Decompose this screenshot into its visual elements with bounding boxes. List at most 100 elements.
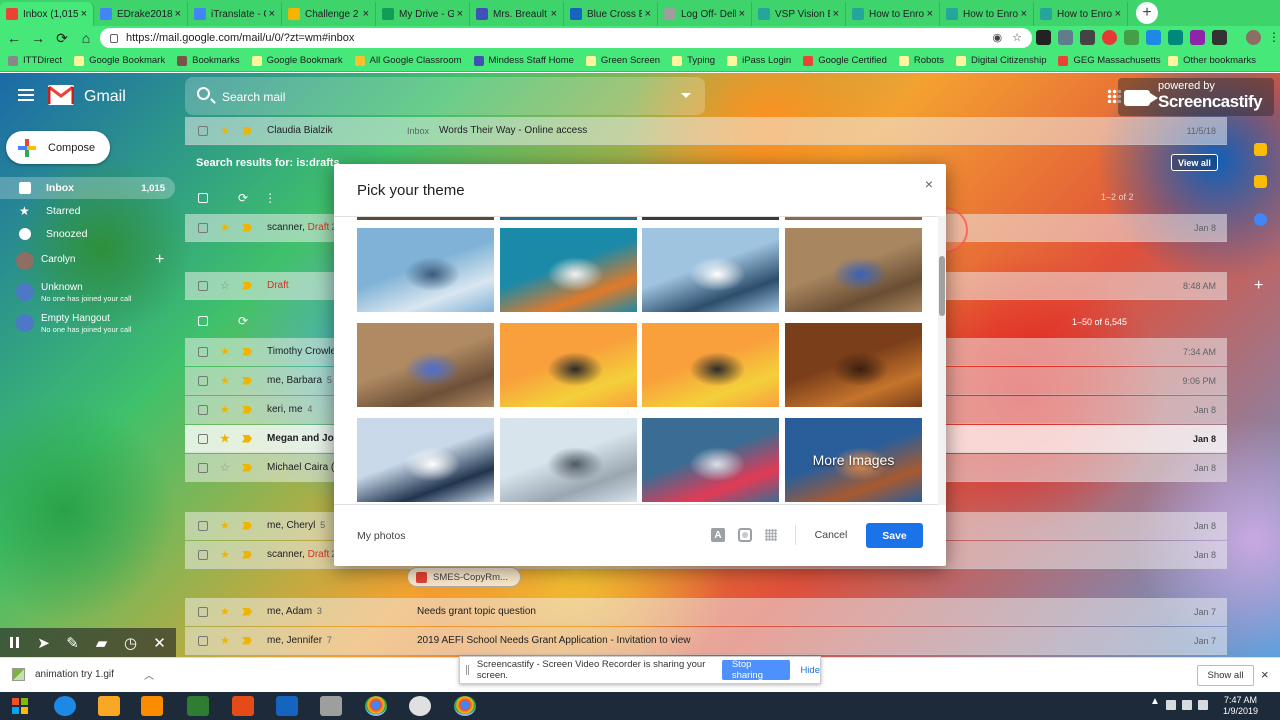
row-checkbox[interactable] (198, 462, 208, 473)
star-icon[interactable]: ★ (220, 432, 232, 445)
partial-theme-thumbnail[interactable] (642, 217, 779, 220)
tab-close-icon[interactable]: × (833, 8, 839, 20)
important-marker-icon[interactable] (242, 405, 252, 414)
paint-icon[interactable] (409, 696, 431, 716)
my-photos-link[interactable]: My photos (357, 530, 405, 542)
volume-icon[interactable] (1197, 700, 1208, 710)
row-checkbox[interactable] (198, 346, 208, 357)
show-all-button[interactable]: Show all (1197, 665, 1254, 686)
tab-close-icon[interactable]: × (457, 8, 463, 20)
bookmark-item[interactable]: Green Screen (585, 55, 660, 66)
hide-button[interactable]: Hide (800, 665, 820, 676)
refresh-icon[interactable]: ⟳ (238, 191, 248, 205)
back-button[interactable]: ← (4, 28, 24, 48)
row-checkbox[interactable] (198, 606, 208, 617)
blur-icon[interactable] (765, 529, 777, 541)
bookmark-item[interactable]: Typing (672, 55, 715, 66)
compose-button[interactable]: Compose (6, 131, 110, 164)
star-icon[interactable]: ★ (220, 605, 232, 618)
theme-thumbnail-sailboat-spray[interactable] (642, 228, 779, 312)
browser-tab[interactable]: VSP Vision B × (752, 2, 846, 26)
browser-tab[interactable]: Blue Cross B × (564, 2, 658, 26)
pause-icon[interactable] (0, 628, 29, 657)
star-icon[interactable]: ★ (220, 374, 232, 387)
extension-icon[interactable] (1212, 30, 1227, 45)
add-addon-icon[interactable]: + (1254, 277, 1263, 295)
network-icon[interactable] (1181, 700, 1192, 710)
bookmark-item[interactable]: All Google Classroom (354, 55, 462, 66)
chrome-icon[interactable] (454, 696, 476, 716)
theme-thumbnail-monument-valley[interactable]: More Images (785, 418, 922, 502)
pen-icon[interactable]: ✎ (58, 628, 87, 657)
bookmark-item[interactable]: Mindess Staff Home (473, 55, 574, 66)
search-options-caret-icon[interactable] (681, 93, 691, 98)
close-icon[interactable]: × (925, 176, 933, 192)
bookmark-item[interactable]: Google Certified (803, 55, 887, 66)
sidebar-item-inbox[interactable]: Inbox 1,015 (0, 177, 175, 199)
hangout-item[interactable]: Unknown No one has joined your call (16, 281, 176, 311)
select-all-checkbox[interactable] (198, 316, 208, 326)
extension-icon[interactable] (1102, 30, 1117, 45)
windows-start-icon[interactable] (12, 698, 28, 714)
word-icon[interactable] (276, 696, 298, 716)
text-background-icon[interactable]: A (711, 528, 725, 542)
tab-close-icon[interactable]: × (1115, 8, 1121, 20)
browser-tab[interactable]: Challenge 2 × (282, 2, 376, 26)
row-checkbox[interactable] (198, 404, 208, 415)
cancel-button[interactable]: Cancel (804, 523, 858, 547)
tab-close-icon[interactable]: × (927, 8, 933, 20)
important-marker-icon[interactable] (242, 607, 252, 616)
star-icon[interactable]: ★ (220, 548, 232, 561)
star-icon[interactable]: ★ (220, 345, 232, 358)
eraser-icon[interactable]: ▰ (87, 628, 116, 657)
theme-thumbnail-autumn-leaves[interactable] (785, 323, 922, 407)
vignette-icon[interactable] (738, 528, 752, 542)
bookmark-star-icon[interactable]: ☆ (1012, 31, 1022, 44)
row-checkbox[interactable] (198, 635, 208, 646)
browser-tab[interactable]: How to Enro × (940, 2, 1034, 26)
tab-close-icon[interactable]: × (1021, 8, 1027, 20)
theme-thumbnail-butterflyfish[interactable] (500, 228, 637, 312)
extension-icon[interactable] (1168, 30, 1183, 45)
theme-thumbnail-sunset-boat-painting[interactable] (500, 323, 637, 407)
theme-thumbnail-red-sailboat[interactable] (642, 418, 779, 502)
partial-theme-thumbnail[interactable] (500, 217, 637, 220)
calendar-icon[interactable] (1254, 143, 1267, 156)
dialog-scrollbar[interactable] (938, 216, 946, 505)
theme-thumbnail-catamarans[interactable] (357, 418, 494, 502)
email-row[interactable]: ★ Claudia Bialzik Inbox Words Their Way … (185, 117, 1227, 145)
sidebar-item-snoozed[interactable]: Snoozed (0, 223, 175, 245)
cursor-icon[interactable]: ➤ (29, 628, 58, 657)
theme-thumbnail-motocross-turn[interactable] (357, 323, 494, 407)
reload-button[interactable]: ⟳ (52, 28, 72, 48)
profile-avatar[interactable] (1246, 30, 1261, 45)
theme-thumbnail-sailboat-deck[interactable] (500, 418, 637, 502)
chevron-up-icon[interactable]: ︿ (144, 667, 154, 682)
row-checkbox[interactable] (198, 520, 208, 531)
partial-theme-thumbnail[interactable] (785, 217, 922, 220)
stop-sharing-button[interactable]: Stop sharing (721, 659, 791, 681)
keep-icon[interactable] (1254, 175, 1267, 188)
browser-tab[interactable]: How to Enro × (846, 2, 940, 26)
star-icon[interactable]: ★ (220, 634, 232, 647)
close-icon[interactable]: ✕ (145, 628, 174, 657)
tab-close-icon[interactable]: × (363, 8, 369, 20)
important-marker-icon[interactable] (242, 521, 252, 530)
extension-icon[interactable] (1124, 30, 1139, 45)
email-row[interactable]: ★ me, Jennifer 7 2019 AEFI School Needs Gr… (185, 627, 1227, 655)
star-icon[interactable]: ★ (220, 403, 232, 416)
address-bar[interactable]: https://mail.google.com/mail/u/0/?zt=wm#… (100, 28, 1032, 48)
publisher-icon[interactable] (187, 696, 209, 716)
taskbar-clock[interactable]: 7:47 AM 1/9/2019 (1223, 695, 1258, 717)
bookmark-item[interactable]: iPass Login (727, 55, 791, 66)
timer-icon[interactable]: ◷ (116, 628, 145, 657)
bookmark-item[interactable]: Google Bookmark (74, 55, 165, 66)
browser-tab[interactable]: EDrake2018 × (94, 2, 188, 26)
bookmark-item[interactable]: Bookmarks (177, 55, 240, 66)
extension-icon[interactable] (1058, 30, 1073, 45)
chevron-up-icon[interactable]: ▲ (1150, 696, 1160, 710)
media-player-icon[interactable] (141, 696, 163, 716)
star-icon[interactable]: ★ (220, 221, 232, 234)
extension-icon[interactable] (1146, 30, 1161, 45)
important-marker-icon[interactable] (242, 434, 252, 443)
